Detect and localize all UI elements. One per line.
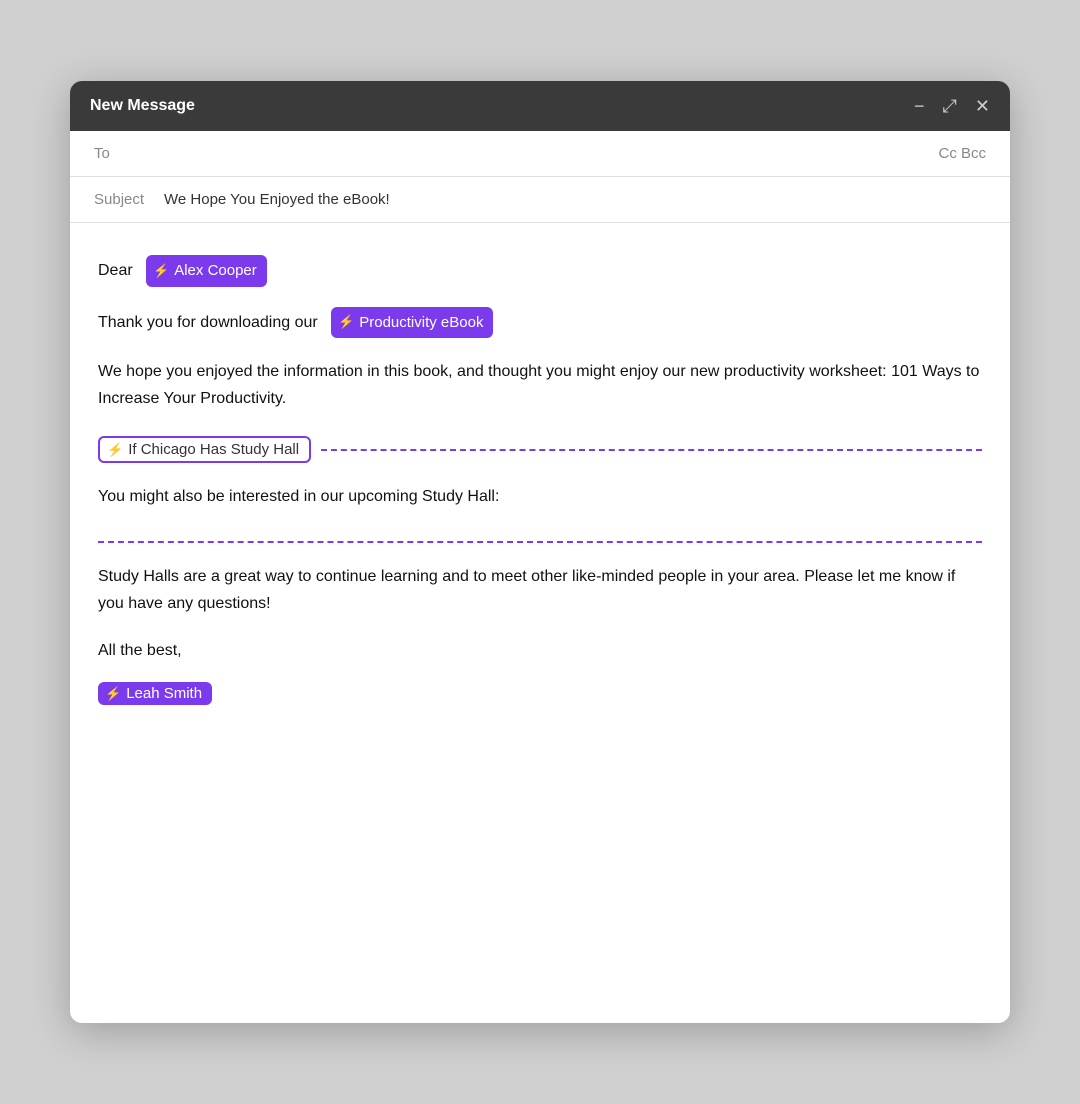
recipient-tag[interactable]: ⚡ Alex Cooper: [146, 255, 267, 287]
title-bar: New Message − ⤢ ✕: [70, 81, 1010, 131]
minimize-button[interactable]: −: [914, 97, 925, 115]
maximize-button[interactable]: ⤢: [943, 97, 957, 115]
conditional-tag-wrap: ⚡ If Chicago Has Study Hall: [98, 436, 311, 463]
subject-row: Subject We Hope You Enjoyed the eBook!: [70, 177, 1010, 223]
conditional-row: ⚡ If Chicago Has Study Hall: [98, 436, 982, 463]
dear-prefix: Dear: [98, 262, 133, 279]
to-input[interactable]: [164, 145, 938, 162]
to-row: To Cc Bcc: [70, 131, 1010, 177]
conditional-text: If Chicago Has Study Hall: [128, 441, 299, 458]
thank-you-line: Thank you for downloading our ⚡ Producti…: [98, 307, 982, 339]
close-button[interactable]: ✕: [975, 97, 990, 115]
dear-line: Dear ⚡ Alex Cooper: [98, 255, 982, 287]
paragraph2: Study Halls are a great way to continue …: [98, 563, 982, 617]
lightning-icon-3: ⚡: [107, 442, 123, 458]
closing-text: All the best,: [98, 637, 982, 664]
lightning-icon-2: ⚡: [338, 311, 354, 333]
window-title: New Message: [90, 97, 195, 115]
sender-name: Leah Smith: [126, 685, 202, 702]
line1-prefix: Thank you for downloading our: [98, 313, 318, 330]
cc-bcc-button[interactable]: Cc Bcc: [938, 145, 986, 162]
lightning-icon-4: ⚡: [105, 686, 121, 702]
email-body[interactable]: Dear ⚡ Alex Cooper Thank you for downloa…: [70, 223, 1010, 1023]
product-name: Productivity eBook: [359, 310, 483, 336]
subject-value: We Hope You Enjoyed the eBook!: [164, 191, 390, 208]
recipient-name: Alex Cooper: [174, 258, 257, 284]
conditional-tag[interactable]: ⚡ If Chicago Has Study Hall: [98, 436, 311, 463]
email-compose-window: New Message − ⤢ ✕ To Cc Bcc Subject We H…: [70, 81, 1010, 1023]
to-label: To: [94, 145, 164, 162]
dashed-separator: [98, 541, 982, 543]
product-tag[interactable]: ⚡ Productivity eBook: [331, 307, 493, 339]
subject-label: Subject: [94, 191, 164, 208]
paragraph1: We hope you enjoyed the information in t…: [98, 358, 982, 412]
sender-tag[interactable]: ⚡ Leah Smith: [98, 682, 212, 705]
lightning-icon: ⚡: [153, 260, 169, 282]
dashed-line-right: [321, 449, 982, 451]
window-controls: − ⤢ ✕: [914, 97, 990, 115]
line2: You might also be interested in our upco…: [98, 483, 982, 510]
closing-block: All the best, ⚡ Leah Smith: [98, 637, 982, 705]
